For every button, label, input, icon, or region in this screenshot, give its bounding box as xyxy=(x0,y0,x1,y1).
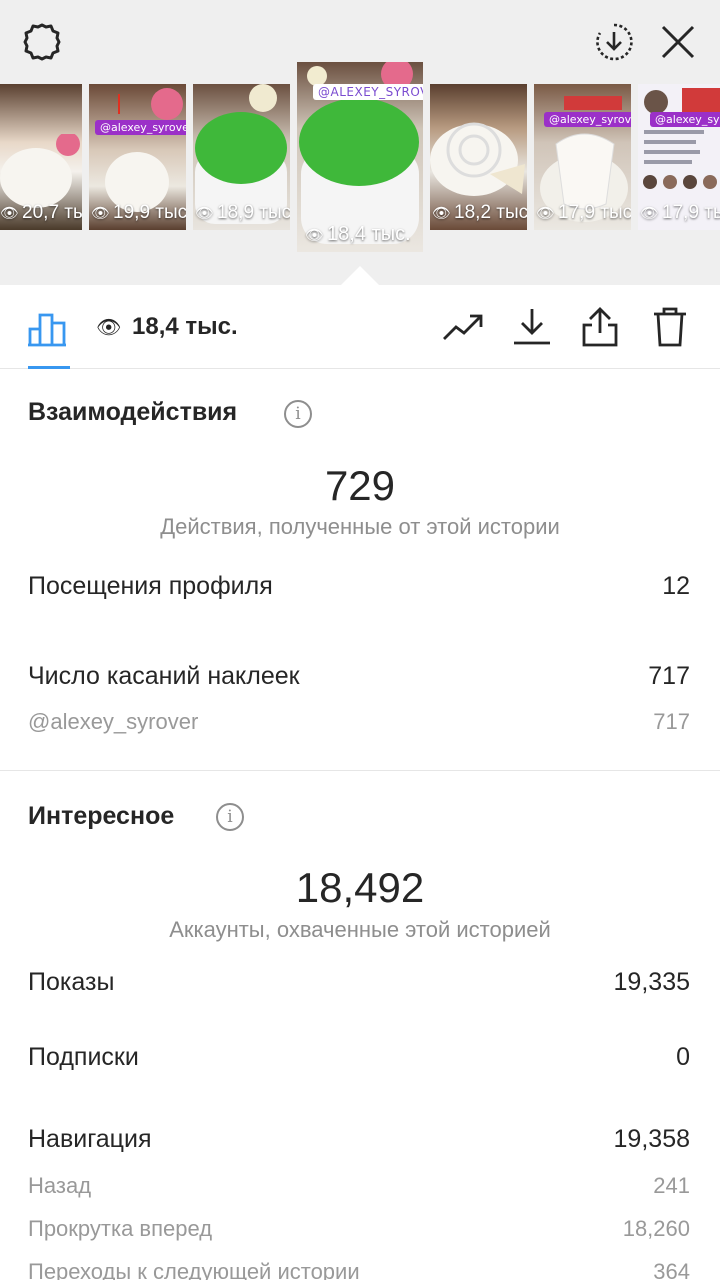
bar-chart-icon[interactable] xyxy=(26,305,70,349)
insights-toolbar: 👁 18,4 тыс. xyxy=(0,285,720,369)
back-value: 241 xyxy=(653,1173,690,1198)
story-thumbnail[interactable]: 👁 18,9 тыс. xyxy=(193,84,290,230)
story-thumbnail[interactable]: 👁20,7 тыс. xyxy=(0,84,82,230)
next-story-value: 364 xyxy=(653,1259,690,1280)
discovery-title: Интересное xyxy=(28,802,175,830)
impressions-value: 19,335 xyxy=(613,968,690,996)
views-count: 18,4 тыс. xyxy=(132,313,238,340)
back-label: Назад xyxy=(28,1173,92,1198)
follows-label: Подписки xyxy=(28,1043,139,1071)
sticker-taps-label: Число касаний наклеек xyxy=(28,662,300,690)
interactions-caption: Действия, полученные от этой истории xyxy=(160,514,560,539)
navigation-value: 19,358 xyxy=(613,1125,690,1153)
trash-icon[interactable] xyxy=(648,305,692,349)
thumbnail-strip: 👁20,7 тыс. @alexey_syrover 👁19,9 тыс. 👁1… xyxy=(0,62,720,252)
interactions-total: 729 xyxy=(324,462,396,509)
info-icon[interactable]: i xyxy=(284,400,312,428)
mention-sticker-value: 717 xyxy=(653,709,690,734)
story-thumbnail[interactable]: @alexey_syrover 👁17,9 тыс. xyxy=(534,84,631,230)
story-thumbnail[interactable]: @alexey_syrover 👁 19,9 тыс. xyxy=(89,84,186,230)
profile-visits-value: 12 xyxy=(662,572,690,600)
story-thumbnails-header: 👁20,7 тыс. @alexey_syrover 👁19,9 тыс. 👁1… xyxy=(0,0,720,285)
story-thumbnail-selected[interactable]: @ALEXEY_SYROVER 👁18,4 тыс. xyxy=(297,62,423,252)
next-story-label: Переходы к следующей истории xyxy=(28,1259,360,1280)
reach-caption: Аккаунты, охваченные этой историей xyxy=(169,917,551,942)
share-icon[interactable] xyxy=(578,305,622,349)
interactions-title: Взаимодействия xyxy=(28,398,238,426)
story-thumbnail[interactable]: @alexey_syrover 👁17,9 тыс. xyxy=(638,84,720,230)
forward-label: Прокрутка вперед xyxy=(28,1216,213,1241)
section-divider xyxy=(0,770,720,771)
selected-pointer xyxy=(340,266,380,286)
close-icon[interactable] xyxy=(656,20,700,64)
mention-sticker-label: @alexey_syrover xyxy=(28,709,199,734)
follows-value: 0 xyxy=(676,1043,690,1071)
download-circle-icon[interactable] xyxy=(592,20,636,64)
sticker-taps-value: 717 xyxy=(648,662,690,690)
reach-total: 18,492 xyxy=(295,864,425,911)
navigation-label: Навигация xyxy=(28,1125,152,1153)
eye-icon: 👁 xyxy=(96,317,122,339)
download-icon[interactable] xyxy=(510,305,554,349)
trend-icon[interactable] xyxy=(440,305,484,349)
impressions-label: Показы xyxy=(28,968,115,996)
profile-visits-label: Посещения профиля xyxy=(28,572,273,600)
info-icon[interactable]: i xyxy=(216,803,244,831)
active-tab-indicator xyxy=(28,366,70,369)
gear-icon[interactable] xyxy=(20,20,64,64)
forward-value: 18,260 xyxy=(622,1216,690,1241)
story-thumbnail[interactable]: 👁 18,2 тыс. xyxy=(430,84,527,230)
